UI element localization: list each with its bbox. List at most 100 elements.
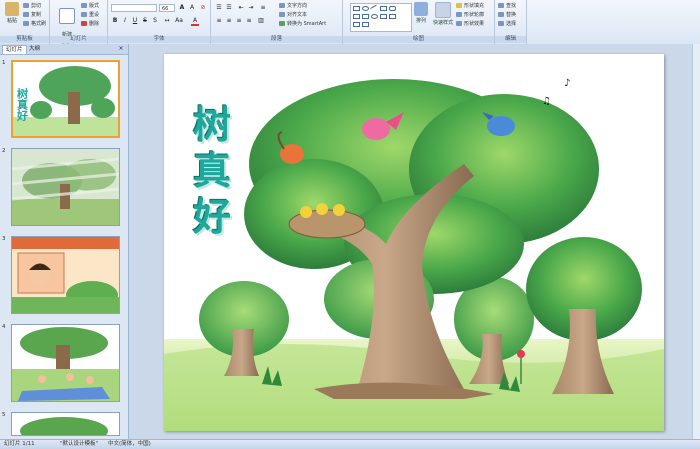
slide-number: 4 bbox=[2, 324, 6, 330]
slide-thumbnail-5[interactable] bbox=[11, 412, 120, 436]
triangle-shape-icon[interactable] bbox=[353, 14, 360, 19]
change-case-button[interactable]: Aa bbox=[175, 17, 183, 24]
select-button[interactable]: 选择 bbox=[498, 20, 516, 27]
slide-thumbnail-4[interactable] bbox=[11, 324, 120, 402]
music-note-icon: ♫ bbox=[542, 96, 551, 107]
tree-illustration: ♫ ♪ bbox=[164, 78, 664, 431]
underline-button[interactable]: U bbox=[131, 17, 139, 24]
outline-pen-icon bbox=[456, 12, 462, 17]
font-color-button[interactable]: A bbox=[191, 17, 199, 26]
decrease-indent-icon[interactable]: ⇤ bbox=[237, 4, 245, 11]
slide-thumbnail-1[interactable]: 树真好 bbox=[11, 60, 120, 138]
rectangle-shape-icon[interactable] bbox=[353, 6, 360, 11]
delete-button[interactable]: 删除 bbox=[81, 20, 99, 27]
justify-icon[interactable]: ≡ bbox=[245, 17, 253, 24]
callout-shape-icon[interactable] bbox=[371, 14, 378, 19]
format-painter-button[interactable]: 格式刷 bbox=[23, 20, 46, 27]
reset-button[interactable]: 重设 bbox=[81, 11, 99, 18]
tab-slides[interactable]: 幻灯片 bbox=[2, 45, 27, 54]
select-cursor-icon bbox=[498, 21, 504, 26]
smartart-button[interactable]: 转换为 SmartArt bbox=[279, 20, 326, 27]
thumbnail-title: 树真好 bbox=[16, 87, 30, 122]
shapes-gallery[interactable] bbox=[350, 3, 412, 32]
tab-outline[interactable]: 大纲 bbox=[26, 45, 43, 53]
slide-canvas[interactable]: ♫ ♪ 树真好 bbox=[164, 54, 664, 431]
line-shape-icon[interactable] bbox=[370, 4, 379, 13]
paragraph-label: 段落 bbox=[211, 36, 342, 43]
rounded-rect-shape-icon[interactable] bbox=[389, 6, 396, 11]
clipboard-label: 剪贴板 bbox=[0, 36, 49, 43]
thumbnail-2-image bbox=[12, 149, 119, 225]
reset-icon bbox=[81, 12, 87, 17]
clipboard-group: 粘贴 剪切 复制 格式刷 剪贴板 bbox=[0, 0, 50, 44]
line-spacing-icon[interactable]: ≡ bbox=[259, 4, 267, 11]
copy-button[interactable]: 复制 bbox=[23, 11, 41, 18]
numbering-icon[interactable]: ☰ bbox=[225, 4, 233, 11]
shape-fill-button[interactable]: 形状填充 bbox=[456, 2, 484, 9]
slides-group: 新建 幻灯片 版式 重设 删除 幻灯片 bbox=[50, 0, 108, 45]
layout-icon bbox=[81, 3, 87, 8]
font-name-combo[interactable] bbox=[111, 4, 157, 12]
grow-font-button[interactable]: A bbox=[178, 4, 186, 11]
shape-effects-button[interactable]: 形状效果 bbox=[456, 20, 484, 27]
font-group: 66 A A ⊘ B I U S S ↔ Aa A 字体 bbox=[108, 0, 211, 44]
align-left-icon[interactable]: ≡ bbox=[215, 17, 223, 24]
slide-number: 2 bbox=[2, 148, 6, 154]
slide-counter: 幻灯片 1/11 bbox=[4, 441, 35, 447]
slide-editor: ♫ ♪ 树真好 bbox=[129, 44, 700, 440]
align-right-icon[interactable]: ≡ bbox=[235, 17, 243, 24]
arrow-shape-icon[interactable] bbox=[380, 6, 387, 11]
replace-button[interactable]: 替换 bbox=[498, 11, 516, 18]
delete-icon bbox=[81, 21, 87, 26]
clear-format-icon[interactable]: ⊘ bbox=[199, 4, 207, 11]
quick-styles-button[interactable]: 快速样式 bbox=[431, 2, 455, 26]
strikethrough-button[interactable]: S bbox=[141, 17, 149, 24]
font-size-combo[interactable]: 66 bbox=[159, 4, 175, 12]
font-label: 字体 bbox=[108, 36, 210, 43]
align-text-button[interactable]: 对齐文本 bbox=[279, 11, 307, 18]
align-center-icon[interactable]: ≡ bbox=[225, 17, 233, 24]
increase-indent-icon[interactable]: ⇥ bbox=[247, 4, 255, 11]
editing-group: 查找 替换 选择 编辑 bbox=[495, 0, 527, 44]
arrange-button[interactable]: 排列 bbox=[411, 2, 431, 24]
shape-outline-button[interactable]: 形状轮廓 bbox=[456, 11, 484, 18]
align-text-icon bbox=[279, 12, 285, 17]
slide-number: 3 bbox=[2, 236, 6, 242]
scissors-icon bbox=[23, 3, 29, 8]
layout-button[interactable]: 版式 bbox=[81, 2, 99, 9]
bold-button[interactable]: B bbox=[111, 17, 119, 24]
chick bbox=[333, 204, 345, 216]
paste-icon bbox=[5, 2, 19, 16]
shrink-font-button[interactable]: A bbox=[188, 4, 196, 11]
quick-styles-icon bbox=[435, 2, 451, 18]
cut-button[interactable]: 剪切 bbox=[23, 2, 41, 9]
slides-label: 幻灯片 bbox=[50, 36, 107, 43]
flowchart-shape-icon[interactable] bbox=[389, 14, 396, 19]
oval-shape-icon[interactable] bbox=[362, 6, 369, 11]
vertical-scrollbar[interactable] bbox=[692, 44, 700, 440]
slide-thumbnail-2[interactable] bbox=[11, 148, 120, 226]
textbox-shape-icon[interactable] bbox=[353, 22, 360, 27]
slide-thumbnail-3[interactable] bbox=[11, 236, 120, 314]
char-spacing-button[interactable]: ↔ bbox=[163, 17, 171, 24]
close-icon[interactable]: × bbox=[117, 45, 125, 52]
paste-button[interactable]: 粘贴 bbox=[2, 2, 22, 24]
shadow-button[interactable]: S bbox=[151, 17, 159, 24]
music-note-icon: ♪ bbox=[564, 78, 570, 89]
columns-icon[interactable]: ▥ bbox=[257, 17, 265, 24]
replace-icon bbox=[498, 12, 504, 17]
italic-button[interactable]: I bbox=[121, 17, 129, 24]
chick bbox=[300, 206, 312, 218]
text-direction-icon bbox=[279, 3, 285, 8]
arrange-icon bbox=[414, 2, 428, 16]
star-shape-icon[interactable] bbox=[362, 14, 369, 19]
bullets-icon[interactable]: ☰ bbox=[215, 4, 223, 11]
slide-title[interactable]: 树真好 bbox=[190, 102, 234, 240]
find-button[interactable]: 查找 bbox=[498, 2, 516, 9]
smartart-icon bbox=[279, 21, 285, 26]
thumbnail-3-image bbox=[12, 237, 119, 313]
brace-shape-icon[interactable] bbox=[380, 14, 387, 19]
text-direction-button[interactable]: 文字方向 bbox=[279, 2, 307, 9]
heart-shape-icon[interactable] bbox=[362, 22, 369, 27]
language-indicator: 中文(简体，中国) bbox=[108, 441, 151, 447]
